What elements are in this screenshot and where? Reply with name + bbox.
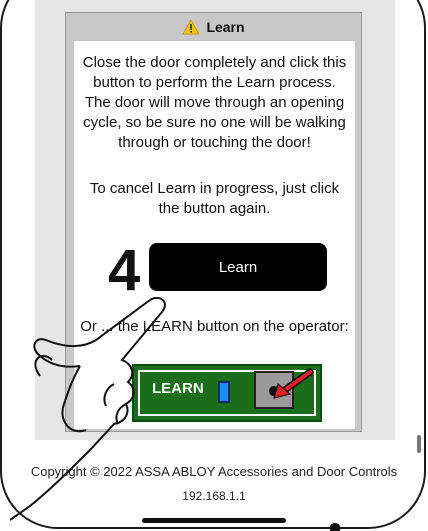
warning-icon [182, 19, 201, 35]
board-learn-label: LEARN [152, 380, 204, 397]
learn-button[interactable]: Learn [149, 243, 327, 291]
operator-instructions-text: Or ... the LEARN button on the operator: [80, 318, 349, 335]
operator-board-image: LEARN [132, 364, 322, 422]
copyright-text: Copyright © 2022 ASSA ABLOY Accessories … [30, 464, 398, 479]
screen: Learn Close the door completely and clic… [0, 0, 428, 531]
corner-mark [330, 523, 340, 531]
dialog-body: Close the door completely and click this… [74, 41, 355, 429]
dialog-title-text: Learn [206, 19, 245, 35]
dialog-title: Learn [66, 13, 361, 41]
cancel-instructions-text: To cancel Learn in progress, just click … [89, 180, 340, 217]
led-icon [218, 381, 230, 403]
scrollbar[interactable] [417, 435, 421, 453]
step-number: 4 [108, 238, 141, 303]
ip-address-text: 192.168.1.1 [182, 489, 246, 503]
red-arrow-icon [273, 368, 314, 399]
home-indicator[interactable] [142, 518, 286, 523]
learn-dialog: Learn Close the door completely and clic… [65, 12, 362, 432]
instructions-text: Close the door completely and click this… [82, 54, 347, 151]
